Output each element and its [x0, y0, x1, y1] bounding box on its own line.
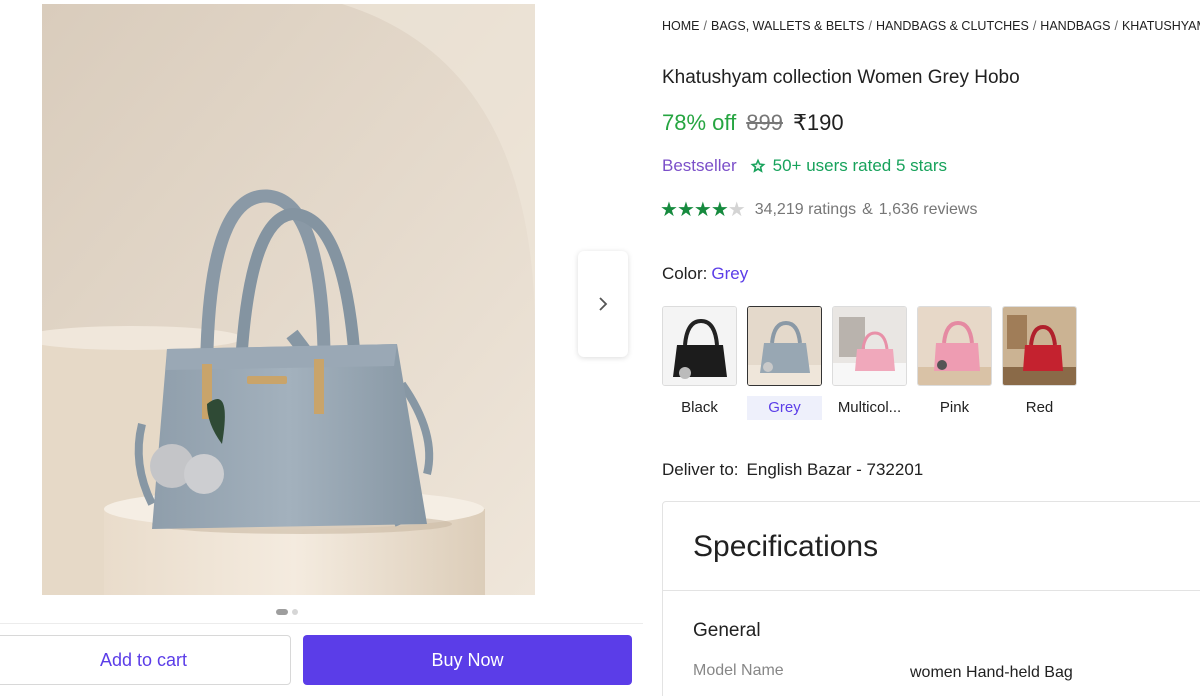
swatch-label: Grey	[747, 396, 822, 420]
product-title: Khatushyam collection Women Grey Hobo	[662, 67, 1020, 88]
specifications-title: Specifications	[693, 530, 879, 563]
selected-color: Grey	[711, 264, 749, 283]
deliver-address: English Bazar - 732201	[746, 460, 924, 479]
spec-value: women Hand-held Bag	[910, 664, 1073, 681]
rating-stars: ★ ★ ★ ★ ★	[660, 197, 746, 222]
swatch-label: Red	[1025, 399, 1054, 416]
buy-now-button[interactable]: Buy Now	[303, 635, 632, 685]
badges-row: Bestseller 50+ users rated 5 stars	[662, 156, 947, 176]
users-rated-badge: 50+ users rated 5 stars	[749, 156, 947, 176]
breadcrumb-bags[interactable]: BAGS, WALLETS & BELTS	[711, 19, 865, 33]
breadcrumb-brand[interactable]: KHATUSHYAM C	[1122, 19, 1200, 33]
swatch-thumbnail	[1002, 306, 1077, 386]
star-icon: ★	[676, 199, 695, 221]
swatch-grey[interactable]: Grey	[747, 306, 822, 420]
chevron-right-icon	[599, 297, 608, 311]
swatch-thumbnail	[662, 306, 737, 386]
star-badge-icon	[750, 158, 766, 173]
gallery-dot[interactable]	[292, 609, 298, 615]
selling-price: ₹190	[792, 110, 844, 135]
spec-key: Model Name	[693, 662, 784, 679]
star-empty-icon: ★	[727, 199, 746, 221]
color-swatches: Black Grey Multicol... Pink Red	[662, 306, 1077, 420]
breadcrumb-home[interactable]: HOME	[662, 19, 700, 33]
divider	[663, 590, 1200, 591]
discount-percent: 78% off	[662, 110, 737, 135]
delivery-location[interactable]: Deliver to: English Bazar - 732201	[662, 460, 923, 480]
bestseller-badge: Bestseller	[662, 156, 737, 175]
reviews-count: 1,636 reviews	[878, 200, 978, 218]
rating-row[interactable]: ★ ★ ★ ★ ★ 34,219 ratings & 1,636 reviews	[660, 197, 977, 222]
original-price: 899	[746, 110, 783, 135]
add-to-cart-button[interactable]: Add to cart	[0, 635, 291, 685]
price-row: 78% off 899 ₹190	[662, 110, 844, 136]
ratings-count: 34,219 ratings	[754, 200, 857, 218]
color-label-text: Color:	[662, 264, 708, 283]
product-main-image[interactable]	[42, 4, 535, 595]
ratings-separator: &	[862, 200, 873, 218]
handbag-photo	[42, 4, 535, 595]
swatch-thumbnail	[832, 306, 907, 386]
breadcrumb-handbags-clutches[interactable]: HANDBAGS & CLUTCHES	[876, 19, 1029, 33]
swatch-red[interactable]: Red	[1002, 306, 1077, 420]
spec-group-title: General	[693, 620, 761, 641]
swatch-multicolor[interactable]: Multicol...	[832, 306, 907, 420]
star-icon: ★	[693, 199, 712, 221]
gallery-dot-active[interactable]	[276, 609, 288, 615]
next-image-button[interactable]	[578, 251, 628, 357]
action-bar: Add to cart Buy Now	[0, 623, 643, 696]
swatch-label: Black	[681, 399, 718, 416]
star-icon: ★	[710, 199, 729, 221]
swatch-thumbnail	[747, 306, 822, 386]
swatch-label: Pink	[939, 399, 970, 416]
swatch-label: Multicol...	[837, 399, 902, 416]
color-label: Color: Grey	[662, 264, 748, 284]
swatch-pink[interactable]: Pink	[917, 306, 992, 420]
swatch-black[interactable]: Black	[662, 306, 737, 420]
users-rated-text: 50+ users rated 5 stars	[772, 156, 947, 175]
gallery-pagination	[276, 609, 298, 615]
deliver-label: Deliver to:	[662, 460, 739, 479]
swatch-thumbnail	[917, 306, 992, 386]
breadcrumb-handbags[interactable]: HANDBAGS	[1040, 19, 1110, 33]
breadcrumb: HOME / BAGS, WALLETS & BELTS / HANDBAGS & CL…	[662, 19, 1200, 33]
specifications-card: Specifications General Model Name women …	[662, 501, 1200, 696]
star-icon: ★	[660, 199, 678, 221]
